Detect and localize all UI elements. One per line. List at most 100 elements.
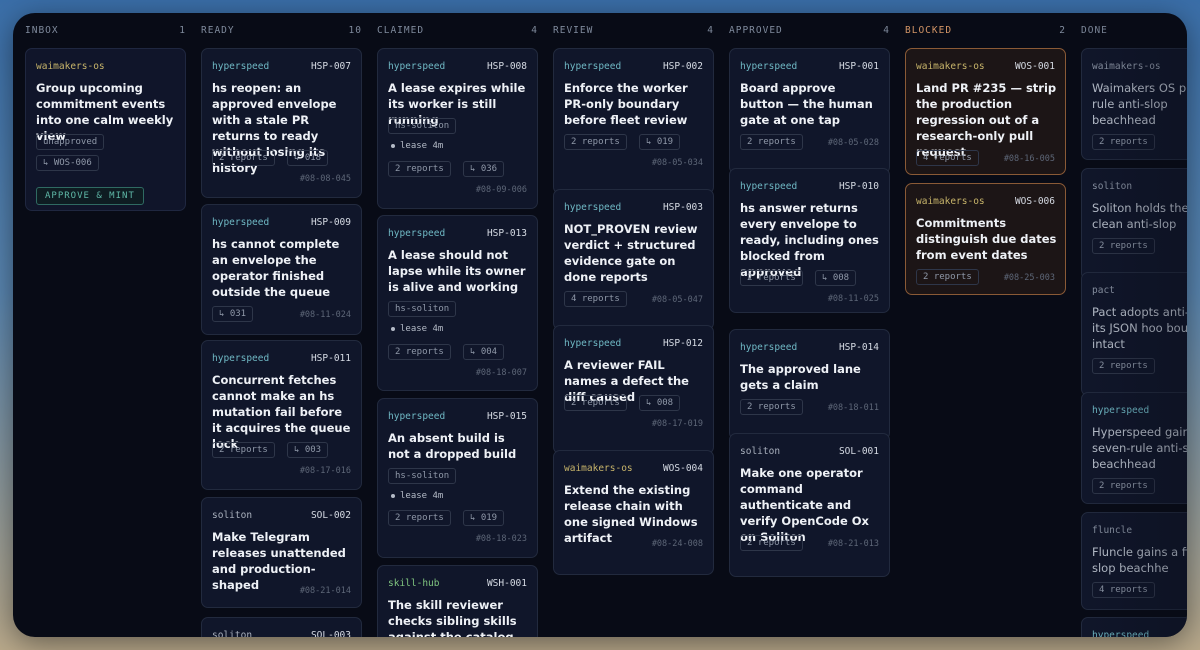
reports-chip[interactable]: 2 reports: [916, 269, 979, 285]
reports-chip[interactable]: 2 reports: [388, 344, 451, 360]
card-ref: #08-25-003: [1003, 273, 1055, 283]
card-project: skill-hub: [388, 578, 440, 589]
card-wos-006[interactable]: waimakers-os WOS-006 Commitments distingu…: [905, 183, 1066, 295]
column-count: 2: [1059, 25, 1066, 36]
kanban-board: INBOX 1 waimakers-os Group upcoming comm…: [13, 13, 1187, 637]
reports-chip[interactable]: 2 reports: [1092, 478, 1155, 494]
card-hsp-003[interactable]: hyperspeed HSP-003 NOT_PROVEN review verd…: [553, 189, 714, 330]
card-title: hs cannot complete an envelope the opera…: [212, 237, 340, 299]
reports-chip[interactable]: 2 reports: [1092, 134, 1155, 150]
card-id: HSP-007: [310, 61, 351, 72]
card-done-6[interactable]: hyperspeed: [1081, 617, 1187, 637]
card-hsp-013[interactable]: hyperspeed HSP-013 A lease should not lap…: [377, 215, 538, 391]
reports-chip[interactable]: 4 reports: [564, 291, 627, 307]
card-hsp-011[interactable]: hyperspeed HSP-011 Concurrent fetches can…: [201, 340, 362, 490]
card-done-1[interactable]: waimakers-os Waimakers OS pro six-rule a…: [1081, 48, 1187, 160]
card-hsp-008[interactable]: hyperspeed HSP-008 A lease expires while …: [377, 48, 538, 209]
lease-indicator: lease 4m: [390, 489, 449, 503]
card-id: HSP-015: [486, 411, 527, 422]
reports-chip[interactable]: 2 reports: [212, 150, 275, 166]
link-chip[interactable]: ↳ WOS-006: [36, 155, 99, 171]
card-project: pact: [1092, 285, 1115, 296]
approve-mint-button[interactable]: APPROVE & MINT: [36, 187, 144, 205]
card-ref: #08-18-023: [475, 534, 527, 544]
link-chip[interactable]: ↳ 031: [212, 306, 254, 322]
link-chip[interactable]: ↳ 004: [463, 344, 505, 360]
card-sol-001[interactable]: soliton SOL-001 Make one operator command…: [729, 433, 890, 577]
card-wsh-001[interactable]: skill-hub WSH-001 The skill reviewer chec…: [377, 565, 538, 637]
card-hsp-001[interactable]: hyperspeed HSP-001 Board approve button —…: [729, 48, 890, 174]
column-title: CLAIMED: [377, 25, 425, 36]
card-ref: #08-18-011: [827, 403, 879, 413]
column-header-blocked: BLOCKED 2: [905, 25, 1066, 39]
reports-chip[interactable]: 2 reports: [1092, 358, 1155, 374]
card-hsp-015[interactable]: hyperspeed HSP-015 An absent build is not…: [377, 398, 538, 558]
card-ref: #08-11-024: [299, 310, 351, 320]
card-project: hyperspeed: [388, 61, 446, 72]
reports-chip[interactable]: 4 reports: [1092, 582, 1155, 598]
card-project: waimakers-os: [36, 61, 105, 72]
link-chip[interactable]: ↳ 003: [287, 442, 329, 458]
card-project: hyperspeed: [388, 411, 446, 422]
card-id: HSP-013: [486, 228, 527, 239]
link-chip[interactable]: ↳ 008: [639, 395, 681, 411]
card-id: SOL-001: [838, 446, 879, 457]
reports-chip[interactable]: 2 reports: [388, 161, 451, 177]
link-chip[interactable]: ↳ 019: [463, 510, 505, 526]
card-wos-004[interactable]: waimakers-os WOS-004 Extend the existing …: [553, 450, 714, 575]
column-header-approved: APPROVED 4: [729, 25, 890, 39]
card-title: A lease should not lapse while its owner…: [388, 248, 526, 294]
card-ref: #08-05-034: [651, 158, 703, 168]
link-chip[interactable]: ↳ 036: [463, 161, 505, 177]
reports-chip[interactable]: 2 reports: [388, 510, 451, 526]
card-hsp-007[interactable]: hyperspeed HSP-007 hs reopen: an approved…: [201, 48, 362, 198]
reports-chip[interactable]: 2 reports: [740, 399, 803, 415]
card-ref: #08-17-016: [299, 466, 351, 476]
card-project: hyperspeed: [740, 181, 798, 192]
card-done-4[interactable]: hyperspeed Hyperspeed gains seven-rule a…: [1081, 392, 1187, 504]
card-ref: #08-21-014: [299, 586, 351, 596]
card-hsp-014[interactable]: hyperspeed HSP-014 The approved lane gets…: [729, 329, 890, 440]
column-count: 1: [179, 25, 186, 36]
card-done-3[interactable]: pact Pact adopts anti-s with its JSON ho…: [1081, 272, 1187, 396]
card-project: hyperspeed: [564, 61, 622, 72]
card-ref: #08-08-045: [299, 174, 351, 184]
card-hsp-009[interactable]: hyperspeed HSP-009 hs cannot complete an …: [201, 204, 362, 335]
reports-chip[interactable]: 2 reports: [1092, 238, 1155, 254]
card-title: Fluncle gains a fiv anti-slop beachhe: [1092, 545, 1187, 575]
card-project: soliton: [1092, 181, 1133, 192]
card-hsp-010[interactable]: hyperspeed HSP-010 hs answer returns ever…: [729, 168, 890, 313]
card-ref: #08-21-013: [827, 539, 879, 549]
reports-chip[interactable]: 2 reports: [740, 270, 803, 286]
card-inbox-1[interactable]: waimakers-os Group upcoming commitment e…: [25, 48, 186, 211]
card-hsp-002[interactable]: hyperspeed HSP-002 Enforce the worker PR-…: [553, 48, 714, 194]
card-id: HSP-009: [310, 217, 351, 228]
card-project: hyperspeed: [1092, 630, 1150, 637]
reports-chip[interactable]: 2 reports: [564, 134, 627, 150]
link-chip[interactable]: ↳ 008: [815, 270, 857, 286]
reports-chip[interactable]: 2 reports: [740, 535, 803, 551]
card-sol-002[interactable]: soliton SOL-002 Make Telegram releases un…: [201, 497, 362, 608]
lease-indicator: lease 4m: [390, 139, 449, 153]
card-sol-003[interactable]: soliton SOL-003: [201, 617, 362, 637]
card-wos-001[interactable]: waimakers-os WOS-001 Land PR #235 — strip…: [905, 48, 1066, 175]
card-project: hyperspeed: [564, 202, 622, 213]
card-project: hyperspeed: [740, 342, 798, 353]
card-done-5[interactable]: fluncle Fluncle gains a fiv anti-slop be…: [1081, 512, 1187, 610]
column-count: 4: [531, 25, 538, 36]
card-ref: #08-18-007: [475, 368, 527, 378]
link-chip[interactable]: ↳ 019: [639, 134, 681, 150]
card-project: soliton: [740, 446, 781, 457]
card-hsp-012[interactable]: hyperspeed HSP-012 A reviewer FAIL names …: [553, 325, 714, 454]
reports-chip[interactable]: 4 reports: [916, 150, 979, 166]
card-project: hyperspeed: [740, 61, 798, 72]
card-title: Make Telegram releases unattended and pr…: [212, 530, 346, 592]
link-chip[interactable]: ↳ 018: [287, 150, 329, 166]
reports-chip[interactable]: 2 reports: [564, 395, 627, 411]
card-ref: #08-09-006: [475, 185, 527, 195]
reports-chip[interactable]: 2 reports: [212, 442, 275, 458]
reports-chip[interactable]: 2 reports: [740, 134, 803, 150]
card-id: SOL-003: [310, 630, 351, 637]
card-title: Soliton holds the l six clean anti-slop: [1092, 201, 1187, 231]
card-done-2[interactable]: soliton Soliton holds the l six clean an…: [1081, 168, 1187, 280]
